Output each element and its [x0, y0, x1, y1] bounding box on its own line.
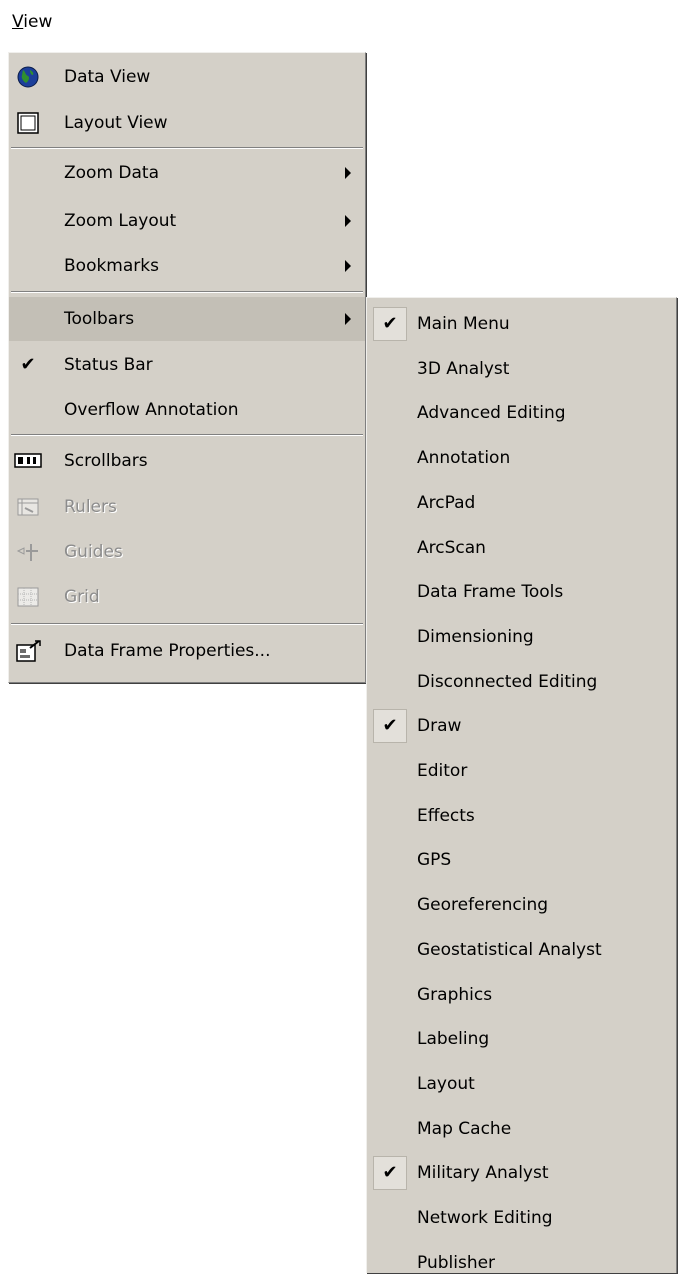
toolbar-item-map-cache[interactable]: Map Cache: [367, 1109, 676, 1149]
status-bar-label: Status Bar: [64, 355, 153, 375]
overflow-annotation-label: Overflow Annotation: [64, 400, 239, 420]
toolbar-item-arcpad[interactable]: ArcPad: [367, 483, 676, 523]
toolbar-item-georeferencing[interactable]: Georeferencing: [367, 885, 676, 925]
grid-label: Grid: [64, 587, 100, 607]
toolbar-item-advanced-editing[interactable]: Advanced Editing: [367, 393, 676, 433]
check-icon: ✔: [373, 709, 407, 744]
toolbars-submenu: ✔ Main Menu 3D Analyst Advanced Editing Anno…: [366, 297, 677, 1273]
menu-item-overflow-annotation[interactable]: Overflow Annotation: [9, 391, 365, 429]
toolbar-item-labeling[interactable]: Labeling: [367, 1019, 676, 1059]
toolbar-item-label: ArcScan: [417, 537, 486, 558]
menu-item-data-view[interactable]: Data View: [9, 59, 365, 95]
submenu-arrow-icon: [345, 215, 351, 227]
toolbar-item-publisher[interactable]: Publisher: [367, 1243, 676, 1283]
toolbar-item-gps[interactable]: GPS: [367, 840, 676, 880]
toolbar-item-3d-analyst[interactable]: 3D Analyst: [367, 349, 676, 389]
view-menu: Data View Layout View Zoom Data Zoom Lay…: [8, 52, 366, 683]
toolbar-item-label: Labeling: [417, 1029, 490, 1050]
menu-item-bookmarks[interactable]: Bookmarks: [9, 247, 365, 285]
submenu-arrow-icon: [345, 260, 351, 272]
toolbar-item-label: 3D Analyst: [417, 358, 510, 379]
toolbar-item-label: Georeferencing: [417, 895, 549, 916]
toolbar-item-arcscan[interactable]: ArcScan: [367, 528, 676, 568]
data-frame-properties-label: Data Frame Properties...: [64, 641, 271, 661]
menu-item-rulers[interactable]: Rulers: [9, 487, 365, 527]
toolbar-item-label: Advanced Editing: [417, 403, 566, 424]
toolbar-item-dimensioning[interactable]: Dimensioning: [367, 617, 676, 657]
menu-item-scrollbars[interactable]: Scrollbars: [9, 441, 365, 481]
menubar-view[interactable]: View: [0, 0, 74, 44]
toolbar-item-geostatistical-analyst[interactable]: Geostatistical Analyst: [367, 930, 676, 970]
zoom-data-label: Zoom Data: [64, 163, 160, 183]
scrollbars-icon: [13, 446, 43, 476]
menu-item-guides[interactable]: Guides: [9, 532, 365, 572]
toolbar-item-label: Military Analyst: [417, 1163, 549, 1184]
menu-separator: [11, 623, 363, 625]
globe-icon: [13, 62, 43, 92]
toolbar-item-effects[interactable]: Effects: [367, 796, 676, 836]
grid-icon: [13, 582, 43, 612]
menu-separator: [11, 147, 363, 149]
rulers-label: Rulers: [64, 497, 117, 517]
menu-item-grid[interactable]: Grid: [9, 577, 365, 617]
toolbar-item-main-menu[interactable]: ✔ Main Menu: [367, 304, 676, 344]
toolbar-item-label: Annotation: [417, 448, 511, 469]
toolbar-item-label: Graphics: [417, 984, 493, 1005]
page-layout-icon: [13, 108, 43, 138]
toolbar-item-label: GPS: [417, 850, 452, 871]
properties-icon: [13, 636, 43, 666]
toolbar-item-military-analyst[interactable]: ✔ Military Analyst: [367, 1153, 676, 1193]
toolbar-item-label: Main Menu: [417, 314, 510, 334]
menu-item-zoom-layout[interactable]: Zoom Layout: [9, 202, 365, 240]
menu-separator: [11, 434, 363, 436]
check-icon: ✔: [373, 1156, 407, 1191]
menu-item-layout-view[interactable]: Layout View: [9, 105, 365, 141]
data-view-label: Data View: [64, 67, 151, 87]
menu-item-zoom-data[interactable]: Zoom Data: [9, 154, 365, 192]
menu-item-data-frame-properties[interactable]: Data Frame Properties...: [9, 630, 365, 672]
toolbar-item-data-frame-tools[interactable]: Data Frame Tools: [367, 572, 676, 612]
toolbar-item-disconnected-editing[interactable]: Disconnected Editing: [367, 662, 676, 702]
submenu-arrow-icon: [345, 313, 351, 325]
toolbar-item-label: Data Frame Tools: [417, 582, 564, 603]
check-icon: ✔: [373, 307, 407, 341]
toolbar-item-draw[interactable]: ✔ Draw: [367, 706, 676, 746]
guides-label: Guides: [64, 542, 123, 562]
layout-view-label: Layout View: [64, 113, 168, 133]
toolbar-item-label: Network Editing: [417, 1208, 553, 1228]
bookmarks-label: Bookmarks: [64, 256, 159, 276]
toolbar-item-network-editing[interactable]: Network Editing: [367, 1198, 676, 1238]
toolbar-item-label: ArcPad: [417, 492, 476, 513]
toolbars-label: Toolbars: [64, 309, 135, 329]
menu-separator: [11, 291, 363, 293]
toolbar-item-editor[interactable]: Editor: [367, 751, 676, 791]
toolbar-item-label: Map Cache: [417, 1118, 512, 1139]
scrollbars-label: Scrollbars: [64, 451, 148, 471]
rulers-icon: [13, 492, 43, 522]
toolbar-item-layout[interactable]: Layout: [367, 1064, 676, 1104]
toolbar-item-annotation[interactable]: Annotation: [367, 438, 676, 478]
menu-item-status-bar[interactable]: ✔ Status Bar: [9, 345, 365, 385]
toolbar-item-label: Publisher: [417, 1252, 496, 1273]
menubar-view-label: View: [12, 12, 53, 32]
toolbar-item-label: Effects: [417, 805, 475, 826]
toolbar-item-label: Layout: [417, 1073, 475, 1094]
toolbar-item-label: Draw: [417, 716, 462, 737]
zoom-layout-label: Zoom Layout: [64, 211, 177, 231]
check-icon: ✔: [20, 354, 36, 375]
toolbar-item-graphics[interactable]: Graphics: [367, 975, 676, 1015]
guides-icon: [13, 537, 43, 567]
menu-item-toolbars[interactable]: Toolbars: [9, 297, 365, 341]
toolbar-item-label: Disconnected Editing: [417, 671, 598, 692]
toolbar-item-label: Dimensioning: [417, 626, 534, 647]
toolbar-item-label: Editor: [417, 761, 468, 781]
toolbar-item-label: Geostatistical Analyst: [417, 939, 602, 960]
submenu-arrow-icon: [345, 167, 351, 179]
